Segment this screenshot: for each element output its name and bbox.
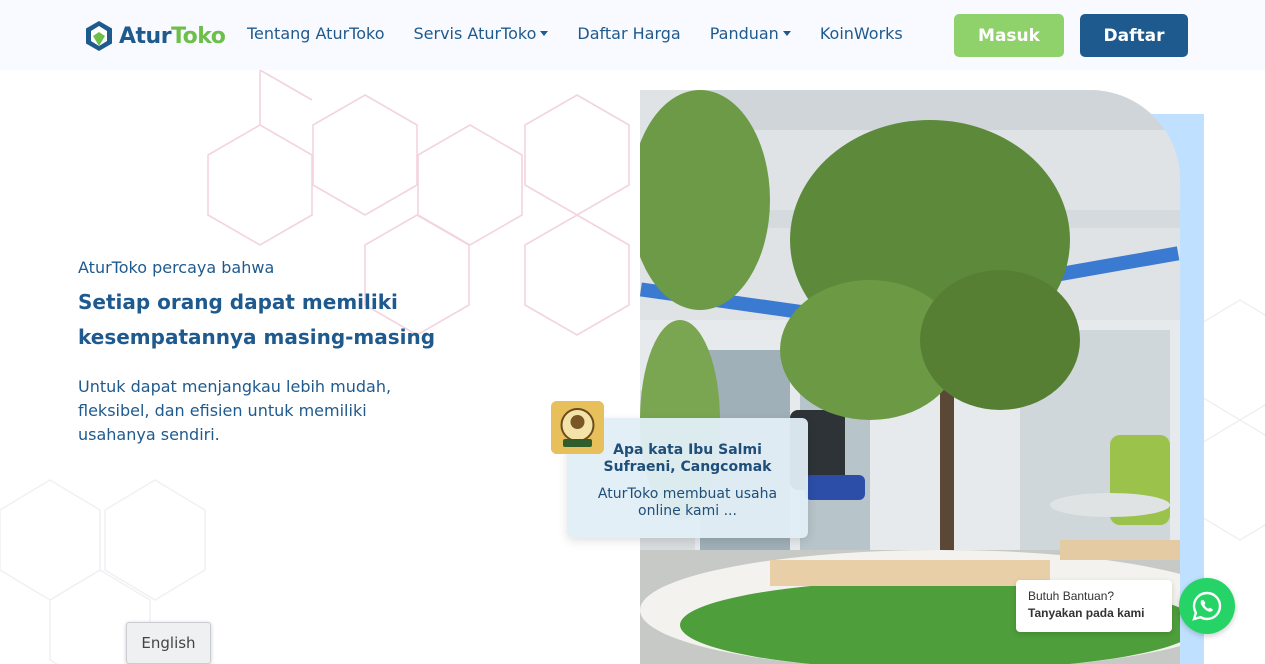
cangcomak-logo-image xyxy=(551,401,604,454)
top-navbar: AturToko Tentang AturToko Servis AturTok… xyxy=(0,0,1265,70)
nav-item-label: Servis AturToko xyxy=(413,24,537,43)
nav-item-koinworks[interactable]: KoinWorks xyxy=(820,24,903,43)
login-button[interactable]: Masuk xyxy=(954,14,1064,57)
register-button[interactable]: Daftar xyxy=(1080,14,1188,57)
help-title: Butuh Bantuan? xyxy=(1028,589,1115,603)
testimonial-quote: AturToko membuat usaha online kami ... xyxy=(597,486,778,519)
nav-item-servis[interactable]: Servis AturToko xyxy=(413,24,549,43)
testimonial-title: Apa kata Ibu Salmi Sufraeni, Cangcomak xyxy=(603,442,772,475)
nav-item-label: Tentang AturToko xyxy=(247,24,385,43)
aturtoko-logo-icon xyxy=(86,21,112,51)
aturtoko-logo[interactable]: AturToko xyxy=(85,19,226,53)
nav-item-label: Panduan xyxy=(709,24,779,43)
hero-kicker: AturToko percaya bahwa xyxy=(78,258,275,277)
office-illustration xyxy=(640,90,1180,664)
cangcomak-logo xyxy=(551,401,604,454)
nav-item-label: KoinWorks xyxy=(819,24,903,43)
aturtoko-logo-text: AturToko xyxy=(119,23,226,49)
whatsapp-icon xyxy=(1192,591,1222,621)
hero-title: Setiap orang dapat memiliki kesempatanny… xyxy=(78,290,436,349)
logo-text-toko: Toko xyxy=(171,23,226,49)
nav-item-label: Daftar Harga xyxy=(577,24,681,43)
language-switch-button[interactable]: English xyxy=(126,622,211,664)
help-prompt-box[interactable]: Butuh Bantuan? Tanyakan pada kami xyxy=(1016,580,1172,632)
hero-subtitle: Untuk dapat menjangkau lebih mudah, flek… xyxy=(78,377,392,444)
nav-item-daftar-harga[interactable]: Daftar Harga xyxy=(577,24,680,43)
hero-office-photo xyxy=(640,90,1180,664)
caret-down-icon xyxy=(782,31,791,36)
caret-down-icon xyxy=(540,31,549,36)
nav-item-tentang[interactable]: Tentang AturToko xyxy=(247,24,384,43)
nav-item-panduan[interactable]: Panduan xyxy=(710,24,791,43)
logo-text-atur: Atur xyxy=(119,23,172,49)
nav-links: Tentang AturToko Servis AturToko Daftar … xyxy=(247,24,932,43)
whatsapp-button[interactable] xyxy=(1179,578,1235,634)
page: AturToko Tentang AturToko Servis AturTok… xyxy=(0,0,1265,664)
help-subtitle: Tanyakan pada kami xyxy=(1028,606,1145,620)
